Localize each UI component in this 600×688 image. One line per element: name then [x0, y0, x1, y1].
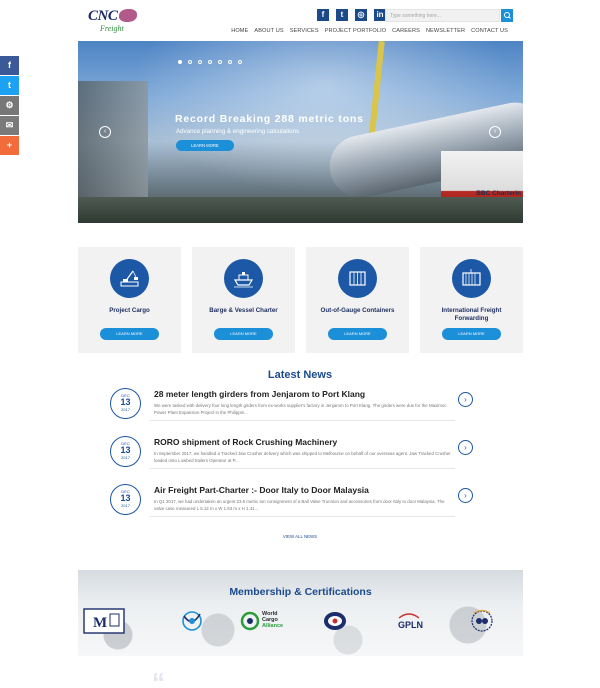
read-more-icon[interactable]: ›: [458, 392, 473, 407]
news-title[interactable]: RORO shipment of Rock Crushing Machinery: [154, 437, 337, 447]
news-item: DEC 13 2017 28 meter length girders from…: [110, 388, 475, 428]
learn-more-button[interactable]: LEARN MORE: [214, 328, 273, 340]
svg-text:GPLN: GPLN: [398, 620, 423, 630]
membership-title: Membership & Certifications: [229, 586, 372, 598]
divider: [150, 468, 455, 469]
slider-dot[interactable]: [178, 60, 182, 64]
news-date-badge: DEC 13 2017: [110, 436, 141, 467]
share-twitter-icon[interactable]: t: [0, 76, 19, 95]
slider-dot[interactable]: [238, 60, 242, 64]
wca-logo[interactable]: World Cargo Alliance: [240, 608, 296, 636]
globe-icon: [119, 9, 137, 22]
freight-container-icon: [452, 259, 491, 298]
service-card-oog-containers: Out-of-Gauge Containers LEARN MORE: [306, 247, 409, 353]
mff-logo[interactable]: M: [83, 608, 125, 636]
service-title: Barge & Vessel Charter: [209, 307, 278, 314]
service-title: Project Cargo: [109, 307, 150, 314]
learn-more-button[interactable]: LEARN MORE: [328, 328, 387, 340]
slider-dots: [178, 60, 242, 64]
news-item: DEC 13 2017 RORO shipment of Rock Crushi…: [110, 436, 475, 476]
slider-prev-icon[interactable]: ‹: [99, 126, 111, 138]
nav-careers[interactable]: CAREERS: [389, 28, 423, 34]
slider-dot[interactable]: [188, 60, 192, 64]
slider-dot[interactable]: [198, 60, 202, 64]
share-settings-icon[interactable]: ⚙: [0, 96, 19, 115]
read-more-icon[interactable]: ›: [458, 488, 473, 503]
news-heading: Latest News: [267, 369, 333, 381]
hero-learn-more-button[interactable]: LEARN MORE: [176, 140, 234, 151]
nav-about-us[interactable]: ABOUT US: [251, 28, 286, 34]
search-input[interactable]: Type something here...: [385, 9, 500, 22]
divider: [150, 420, 455, 421]
learn-more-button[interactable]: LEARN MORE: [100, 328, 159, 340]
service-card-barge-vessel: Barge & Vessel Charter LEARN MORE: [192, 247, 295, 353]
twitter-icon[interactable]: t: [336, 9, 348, 21]
slider-next-icon[interactable]: ›: [489, 126, 501, 138]
hero-subtitle: Advance planning & engineering calculati…: [176, 128, 300, 135]
hero-slider: BBC Charterin: [78, 41, 523, 223]
background-image: [78, 570, 523, 656]
service-title: International Freight Forwarding: [441, 307, 502, 322]
service-card-project-cargo: Project Cargo LEARN MORE: [78, 247, 181, 353]
social-links: f t ◎ in: [317, 9, 386, 21]
share-more-icon[interactable]: +: [0, 136, 19, 155]
share-sidebar: f t ⚙ ✉ +: [0, 56, 19, 156]
news-date-badge: DEC 13 2017: [110, 484, 141, 515]
news-item: DEC 13 2017 Air Freight Part-Charter :- …: [110, 484, 475, 524]
news-title[interactable]: Air Freight Part-Charter :- Door Italy t…: [154, 485, 369, 495]
news-excerpt: In September 2017, we handled a Tracked …: [154, 451, 451, 463]
membership-section: Membership & Certifications M World Carg…: [78, 570, 523, 656]
nav-project-portfolio[interactable]: PROJECT PORTFOLIO: [322, 28, 389, 34]
view-all-news-link[interactable]: VIEW ALL NEWS: [0, 534, 600, 539]
news-excerpt: In Q1 2017, we had undertaken an urgent …: [154, 499, 445, 511]
service-card-freight-forwarding: International Freight Forwarding LEARN M…: [420, 247, 523, 353]
nav-services[interactable]: SERVICES: [287, 28, 322, 34]
read-more-icon[interactable]: ›: [458, 440, 473, 455]
nav-contact-us[interactable]: CONTACT US: [468, 28, 511, 34]
logo-text: CNC: [88, 8, 118, 24]
company-logo[interactable]: CNC Freight: [88, 8, 140, 34]
slider-dot[interactable]: [218, 60, 222, 64]
search-icon[interactable]: [501, 9, 513, 22]
ship-icon: [224, 259, 263, 298]
container-icon: [338, 259, 377, 298]
share-facebook-icon[interactable]: f: [0, 56, 19, 75]
logo-subtext: Freight: [100, 24, 124, 33]
quote-icon: “: [152, 667, 165, 688]
crane-icon: [110, 259, 149, 298]
learn-more-button[interactable]: LEARN MORE: [442, 328, 501, 340]
ship-label: BBC Charterin: [476, 190, 521, 197]
slider-dot[interactable]: [208, 60, 212, 64]
slider-dot[interactable]: [228, 60, 232, 64]
gpln-logo[interactable]: GPLN: [395, 608, 423, 636]
seal-logo[interactable]: [468, 608, 496, 636]
nav-home[interactable]: HOME: [228, 28, 251, 34]
facebook-icon[interactable]: f: [317, 9, 329, 21]
svg-text:M: M: [93, 615, 107, 631]
main-nav: HOME ABOUT US SERVICES PROJECT PORTFOLIO…: [228, 28, 511, 34]
service-title: Out-of-Gauge Containers: [320, 307, 395, 314]
share-email-icon[interactable]: ✉: [0, 116, 19, 135]
instagram-icon[interactable]: ◎: [355, 9, 367, 21]
network-logo[interactable]: [178, 608, 206, 636]
association-logo[interactable]: [321, 608, 349, 636]
news-excerpt: We were tasked with delivery four long l…: [154, 403, 447, 415]
hero-title: Record Breaking 288 metric tons: [175, 113, 364, 125]
news-title[interactable]: 28 meter length girders from Jenjarom to…: [154, 389, 365, 399]
news-date-badge: DEC 13 2017: [110, 388, 141, 419]
nav-newsletter[interactable]: NEWSLETTER: [423, 28, 468, 34]
divider: [150, 516, 455, 517]
